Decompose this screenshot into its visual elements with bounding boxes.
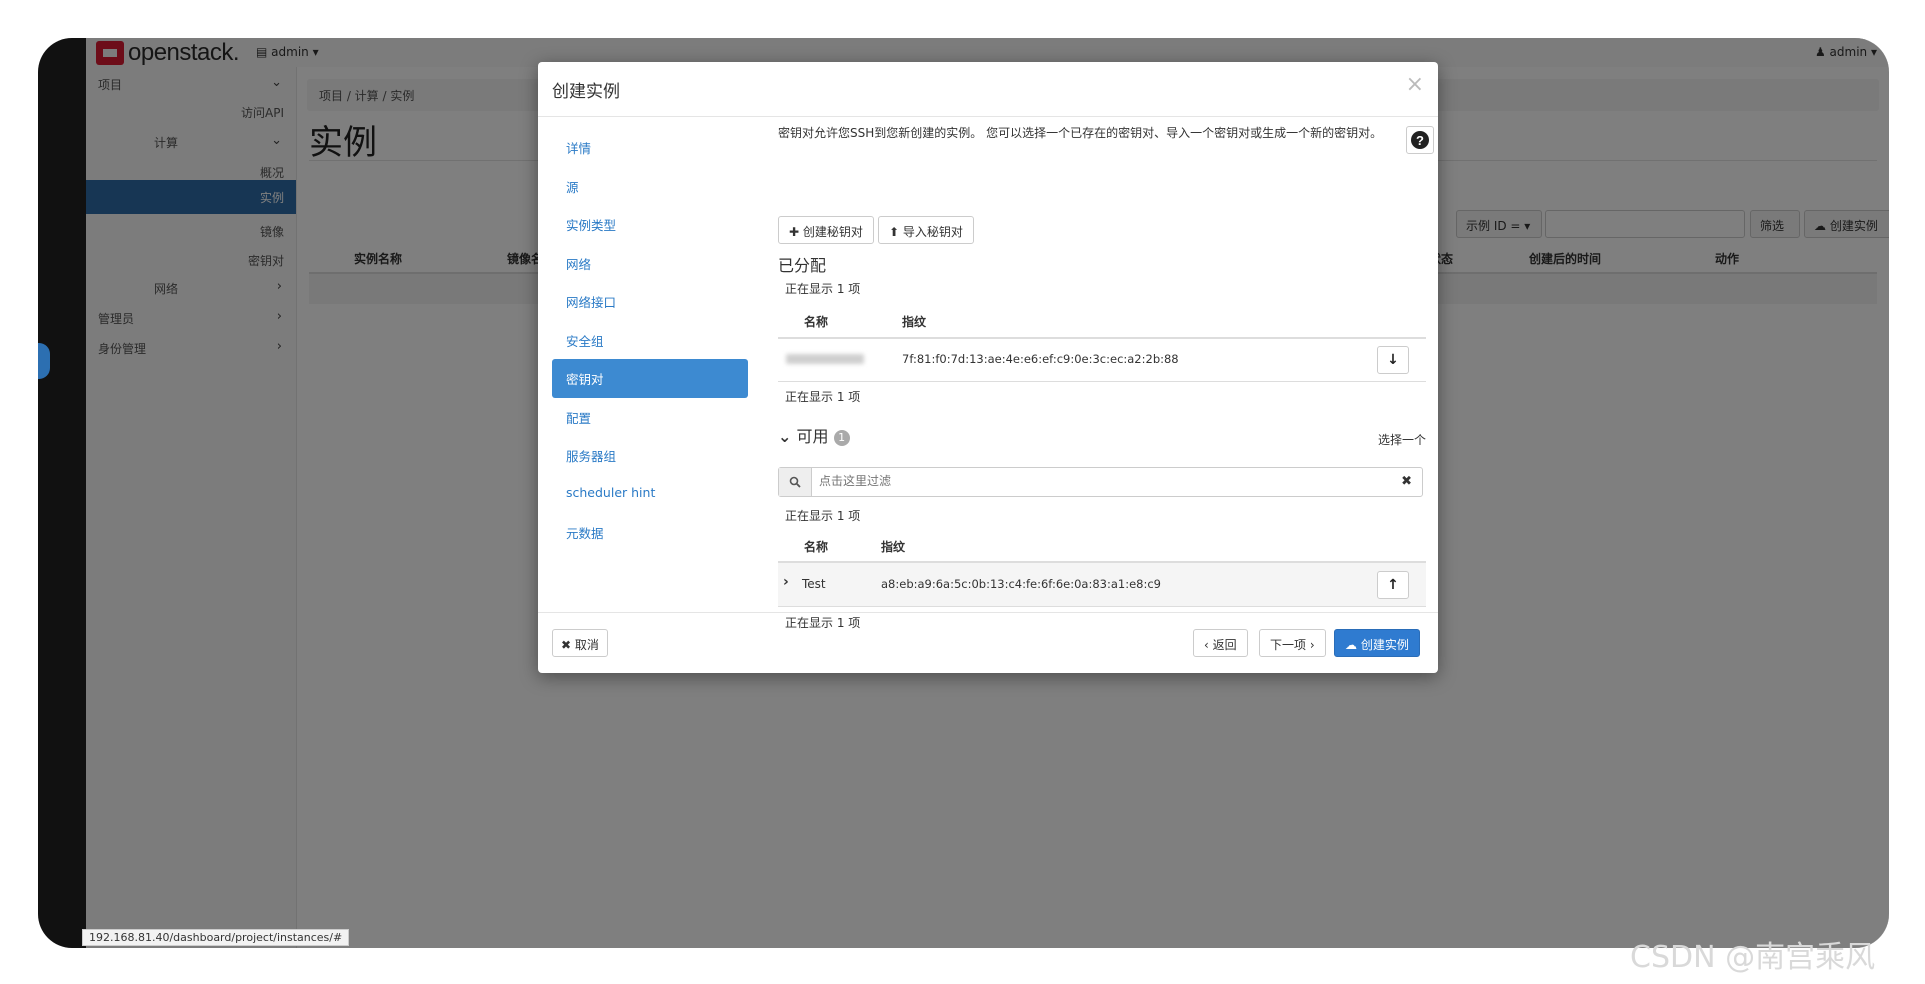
tab-key-pair[interactable]: 密钥对 [552,359,748,398]
allocated-col-fingerprint: 指纹 [902,315,927,329]
tab-server-groups[interactable]: 服务器组 [552,436,748,475]
create-key-pair-button[interactable]: ✚ 创建秘钥对 [778,216,874,244]
allocated-col-name: 名称 [804,315,829,329]
available-col-name: 名称 [804,540,829,554]
arrow-down-icon: ↓ [1387,352,1399,368]
status-bar-url: 192.168.81.40/dashboard/project/instance… [82,929,350,946]
tab-metadata[interactable]: 元数据 [552,513,748,552]
allocated-section-title: 已分配 [778,256,827,275]
wizard-nav: 详情 源 实例类型 网络 网络接口 安全组 密钥对 配置 服务器组 schedu… [552,128,748,552]
deallocate-button[interactable]: ↓ [1377,346,1409,374]
divider [778,381,1426,382]
clear-filter-icon[interactable]: ✖ [1401,474,1412,489]
search-icon [779,468,812,496]
key-pair-description: 密钥对允许您SSH到您新创建的实例。 您可以选择一个已存在的密钥对、导入一个密钥… [778,126,1383,140]
modal-title: 创建实例 [552,82,620,102]
watermark: CSDN @南宫乘风 [1630,940,1876,975]
tab-scheduler-hints[interactable]: scheduler hint [552,475,748,514]
tab-flavor[interactable]: 实例类型 [552,205,748,244]
available-count-top: 正在显示 1 项 [785,509,861,523]
available-filter-box: ✖ [778,467,1423,497]
tab-source[interactable]: 源 [552,167,748,206]
question-icon: ? [1411,131,1429,149]
available-section-toggle[interactable]: ⌄ 可用 1 [778,423,850,447]
allocate-button[interactable]: ↑ [1377,571,1409,599]
help-button[interactable]: ? [1406,126,1434,154]
tab-security-groups[interactable]: 安全组 [552,321,748,360]
chevron-down-icon: ⌄ [778,427,792,446]
create-instance-submit-button[interactable]: ☁ 创建实例 [1334,629,1420,657]
allocated-row: 7f:81:f0:7d:13:ae:4e:e6:ef:c9:0e:3c:ec:a… [778,339,1426,380]
chevron-right-icon[interactable]: › [783,574,789,590]
back-button[interactable]: ‹ 返回 [1193,629,1248,657]
available-filter-input[interactable] [819,474,1379,488]
allocated-count-top: 正在显示 1 项 [785,282,861,296]
available-row[interactable]: › Test a8:eb:a9:6a:5c:0b:13:c4:fe:6f:6e:… [778,563,1426,606]
tab-networks[interactable]: 网络 [552,244,748,283]
available-section-title: 可用 [796,427,829,446]
tab-configuration[interactable]: 配置 [552,398,748,437]
available-col-fingerprint: 指纹 [881,540,906,554]
modal-footer: ✖ 取消 ‹ 返回 下一项 › ☁ 创建实例 [538,612,1438,673]
allocated-key-fingerprint: 7f:81:f0:7d:13:ae:4e:e6:ef:c9:0e:3c:ec:a… [902,352,1179,366]
tab-details[interactable]: 详情 [552,128,748,167]
available-key-name: Test [802,577,826,591]
next-button[interactable]: 下一项 › [1259,629,1326,657]
modal-header: 创建实例 × [538,62,1438,117]
import-key-pair-button[interactable]: ⬆ 导入秘钥对 [878,216,974,244]
divider [778,606,1426,607]
available-count-badge: 1 [833,429,850,446]
allocated-count-bottom: 正在显示 1 项 [785,390,861,404]
cancel-button[interactable]: ✖ 取消 [552,629,608,657]
available-key-fingerprint: a8:eb:a9:6a:5c:0b:13:c4:fe:6f:6e:0a:83:a… [881,577,1161,591]
select-one-hint: 选择一个 [1377,433,1426,447]
close-icon[interactable]: × [1406,72,1424,97]
side-handle[interactable] [38,343,50,379]
create-instance-modal: 创建实例 × 详情 源 实例类型 网络 网络接口 安全组 密钥对 配置 服务器组… [538,62,1438,673]
tab-network-ports[interactable]: 网络接口 [552,282,748,321]
redacted-key-name [786,354,864,364]
arrow-up-icon: ↑ [1387,577,1399,593]
